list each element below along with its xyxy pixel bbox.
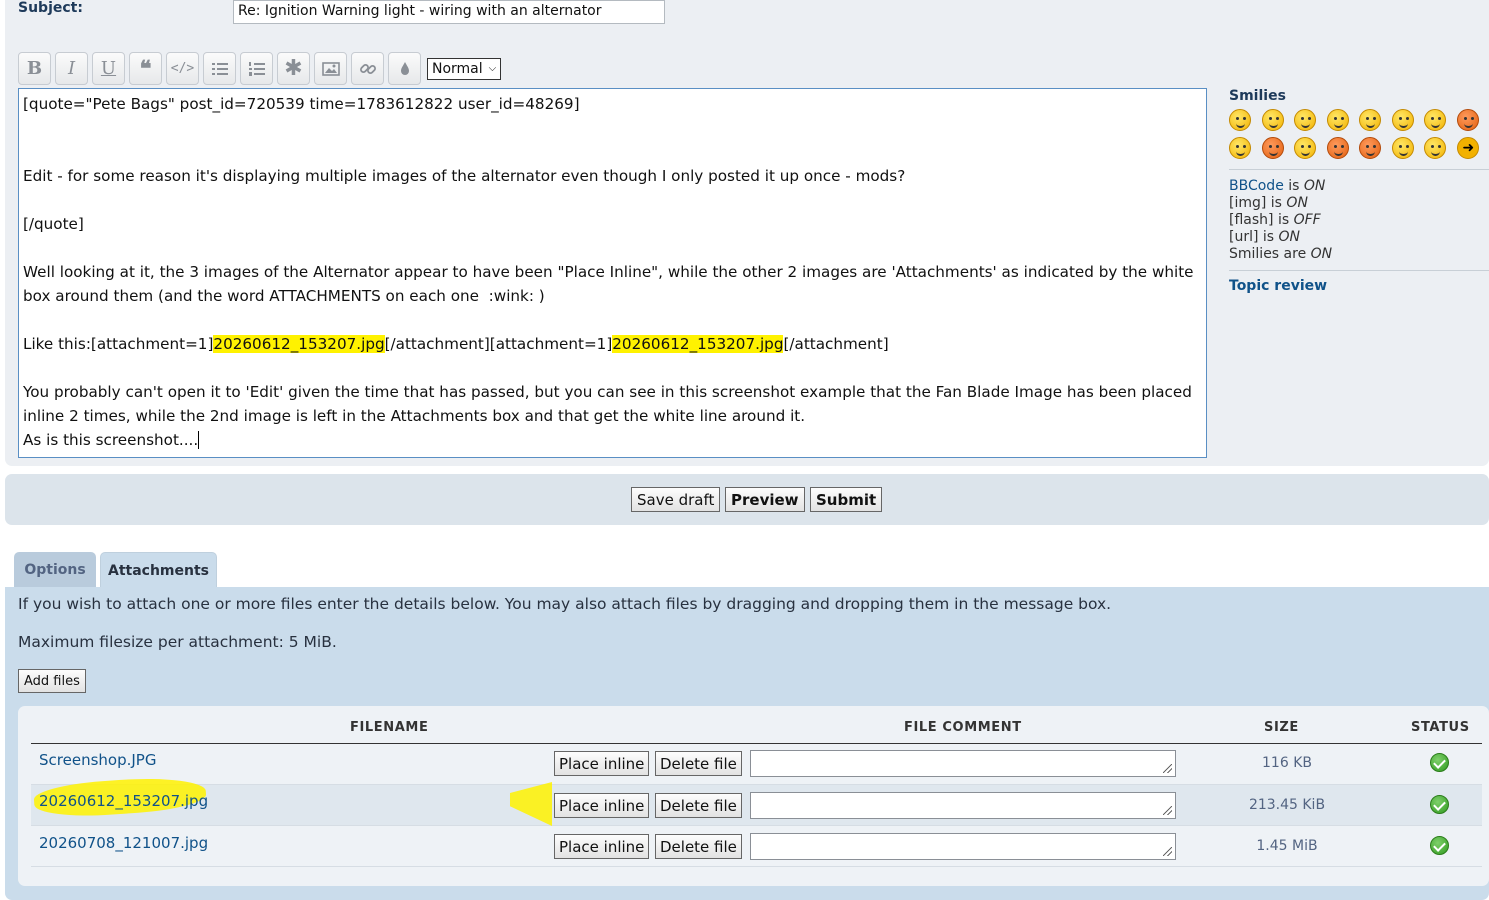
add-files-button[interactable]: Add files [18,669,86,693]
file-size: 213.45 KiB [1248,797,1326,813]
highlighted-filename: 20260612_153207.jpg [612,335,784,353]
attachments-intro: If you wish to attach one or more files … [18,595,1112,613]
confused-smiley-icon[interactable] [1391,109,1414,131]
color-drop-icon[interactable] [388,52,421,85]
smilies-grid: ➜ [1229,109,1489,159]
wink-smiley-icon[interactable] [1294,137,1316,159]
file-comment-input[interactable] [750,750,1176,777]
status-ok-icon [1430,753,1449,772]
editor-line: Like this:[attachment=1] [23,335,214,353]
editor-line: You probably can't open it to 'Edit' giv… [23,383,1197,425]
preview-button[interactable]: Preview [725,487,805,512]
smile-smiley-icon[interactable] [1294,109,1316,131]
grin-smiley-icon[interactable] [1261,109,1284,131]
place-inline-button[interactable]: Place inline [554,751,650,776]
font-size-select[interactable]: Normal ⌵ [427,57,502,80]
chevron-down-icon: ⌵ [488,63,497,74]
message-textarea[interactable]: [quote="Pete Bags" post_id=720539 time=1… [18,88,1207,458]
tongue-smiley-icon[interactable] [1456,109,1479,131]
format-toolbar: B I U ❝ </> ✱ Normal ⌵ [18,52,502,85]
highlighted-filename: 20260612_153207.jpg [213,335,385,353]
file-comment-input[interactable] [750,792,1176,819]
underline-icon[interactable]: U [92,52,125,85]
editor-line: [quote="Pete Bags" post_id=720539 time=1… [23,95,580,113]
delete-file-button[interactable]: Delete file [655,751,742,776]
place-inline-button[interactable]: Place inline [554,793,650,818]
delete-file-button[interactable]: Delete file [655,793,742,818]
status-ok-icon [1430,836,1449,855]
file-comment-input[interactable] [750,833,1176,860]
neutral-smiley-icon[interactable] [1326,137,1349,159]
sidebar-divider [1229,270,1489,271]
file-link[interactable]: 20260708_121007.jpg [39,834,208,852]
sad-smiley-icon[interactable] [1326,109,1349,131]
bbcode-status: BBCode is ON [1229,178,1326,194]
file-comment-header: FILE COMMENT [904,720,1022,735]
editor-sidebar: Smilies ➜ BBCode is ON [img] is ON [flas… [1229,88,1489,294]
file-size: 1.45 MiB [1256,838,1318,854]
bold-icon[interactable]: B [18,52,51,85]
idea-smiley-icon[interactable] [1424,137,1446,159]
tabs: Options Attachments [14,552,217,588]
filename-header: FILENAME [350,720,429,735]
img-status: [img] is ON [1229,195,1308,211]
arrow-smiley-icon[interactable]: ➜ [1456,137,1479,159]
smilies-status: Smilies are ON [1229,246,1333,262]
asterisk-icon[interactable]: ✱ [277,52,310,85]
cool-smiley-icon[interactable] [1424,109,1446,131]
italic-icon[interactable]: I [55,52,88,85]
numbered-list-icon[interactable] [240,52,273,85]
status-header: STATUS [1411,720,1470,735]
file-size: 116 KB [1262,755,1312,771]
editor-line: [/attachment][attachment=1] [384,335,613,353]
status-ok-icon [1430,795,1449,814]
evil-smiley-icon[interactable] [1359,137,1381,159]
surprised-smiley-icon[interactable] [1359,109,1381,131]
topic-review-link[interactable]: Topic review [1229,278,1489,294]
save-draft-button[interactable]: Save draft [631,487,721,512]
list-icon[interactable] [203,52,236,85]
delete-file-button[interactable]: Delete file [655,834,742,859]
editor-line: Edit - for some reason it's displaying m… [23,167,906,185]
editor-line: Well looking at it, the 3 images of the … [23,263,1199,305]
quote-icon[interactable]: ❝ [129,52,162,85]
max-filesize: Maximum filesize per attachment: 5 MiB. [18,633,337,651]
code-icon[interactable]: </> [166,52,199,85]
tab-attachments[interactable]: Attachments [100,552,217,588]
editor-line: As is this screenshot.... [23,431,199,449]
place-inline-button[interactable]: Place inline [554,834,650,859]
laugh-smiley-icon[interactable] [1261,137,1284,159]
editor-line: [/quote] [23,215,84,233]
bbcode-link[interactable]: BBCode [1229,178,1284,194]
url-status: [url] is ON [1229,229,1301,245]
image-icon[interactable] [314,52,347,85]
editor-line: [/attachment] [783,335,889,353]
flash-status: [flash] is OFF [1229,212,1321,228]
thumbs-up-smiley-icon[interactable] [1229,109,1251,131]
tab-options[interactable]: Options [14,552,96,588]
sidebar-divider [1229,169,1489,170]
size-header: SIZE [1264,720,1299,735]
link-icon[interactable] [351,52,384,85]
rolleyes-smiley-icon[interactable] [1391,137,1414,159]
text-cursor [198,431,200,449]
submit-button[interactable]: Submit [810,487,883,512]
subject-input[interactable]: Re: Ignition Warning light - wiring with… [233,0,665,24]
smilies-title: Smilies [1229,88,1286,104]
subject-label: Subject: [18,0,83,16]
file-link[interactable]: Screenshop.JPG [39,751,156,769]
file-link[interactable]: 20260612_153207.jpg [39,792,208,810]
font-size-value: Normal [432,60,483,77]
mad-smiley-icon[interactable] [1229,137,1251,159]
